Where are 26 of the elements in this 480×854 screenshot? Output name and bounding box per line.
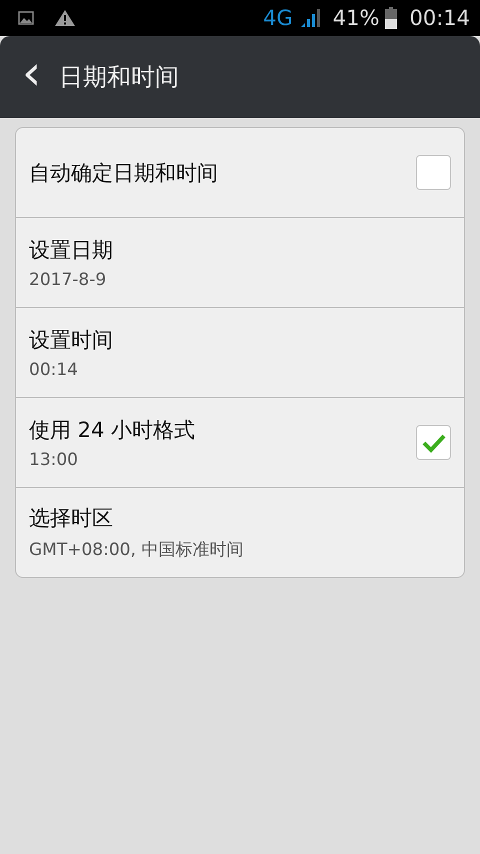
network-type: 4G (263, 6, 293, 30)
back-button[interactable]: ‹ (0, 49, 60, 105)
screen-title: 日期和时间 (59, 62, 180, 93)
settings-row[interactable]: 设置日期 2017-8-9 (16, 217, 464, 307)
setting-title: 设置日期 (29, 236, 114, 264)
setting-title: 选择时区 (29, 505, 114, 532)
setting-summary: 00:14 (29, 360, 79, 380)
settings-row[interactable]: 设置时间 00:14 (16, 307, 464, 397)
settings-row[interactable]: 自动确定日期和时间 (16, 128, 464, 217)
checkmark-icon (422, 432, 446, 452)
battery-percentage: 41% (332, 6, 380, 30)
setting-title: 使用 24 小时格式 (29, 416, 196, 444)
battery-icon (385, 7, 398, 29)
setting-summary: 2017-8-9 (29, 270, 108, 290)
setting-title: 自动确定日期和时间 (29, 160, 219, 186)
settings-row[interactable]: 使用 24 小时格式 13:00 (16, 397, 464, 487)
setting-title: 设置时间 (29, 326, 114, 354)
clock: 00:14 (409, 6, 470, 30)
checkbox[interactable] (416, 155, 451, 190)
warning-icon (54, 9, 76, 27)
setting-summary: 13:00 (29, 450, 79, 470)
setting-summary: GMT+08:00, 中国标准时间 (29, 539, 244, 561)
settings-row[interactable]: 选择时区 GMT+08:00, 中国标准时间 (16, 487, 464, 577)
signal-icon (298, 8, 321, 28)
image-icon (18, 11, 34, 25)
checkbox[interactable] (416, 425, 451, 460)
